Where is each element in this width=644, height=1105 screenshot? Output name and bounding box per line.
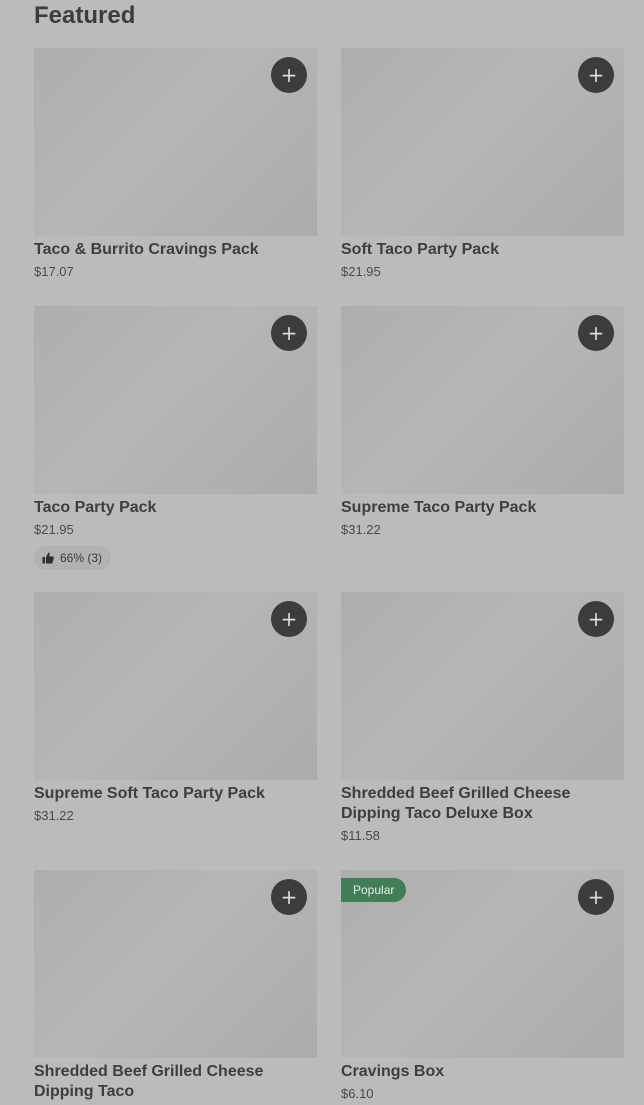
product-card[interactable]: Popular + Cravings Box $6.10 <box>341 870 624 1102</box>
add-to-cart-button[interactable]: + <box>271 601 307 637</box>
add-to-cart-button[interactable]: + <box>271 57 307 93</box>
product-price: $21.95 <box>34 522 74 537</box>
add-to-cart-button[interactable]: + <box>578 315 614 351</box>
product-name[interactable]: Shredded Beef Grilled Cheese Dipping Tac… <box>34 1062 317 1102</box>
rating-badge: 66% (3) <box>34 546 112 570</box>
add-to-cart-button[interactable]: + <box>578 57 614 93</box>
product-price: $21.95 <box>341 264 381 279</box>
product-image[interactable]: + <box>34 592 317 780</box>
plus-icon: + <box>280 321 298 345</box>
rating-text: 66% (3) <box>60 551 103 565</box>
product-card[interactable]: + Shredded Beef Grilled Cheese Dipping T… <box>341 592 624 844</box>
product-card[interactable]: + Shredded Beef Grilled Cheese Dipping T… <box>34 870 317 1102</box>
product-name[interactable]: Cravings Box <box>341 1062 624 1082</box>
product-card[interactable]: + Supreme Taco Party Pack $31.22 <box>341 306 624 538</box>
product-name[interactable]: Taco Party Pack <box>34 498 317 518</box>
product-image[interactable]: + <box>34 48 317 236</box>
section-title: Featured <box>34 2 136 29</box>
add-to-cart-button[interactable]: + <box>271 879 307 915</box>
product-card[interactable]: + Soft Taco Party Pack $21.95 <box>341 48 624 280</box>
product-image[interactable]: + <box>34 870 317 1058</box>
product-name[interactable]: Taco & Burrito Cravings Pack <box>34 240 317 260</box>
plus-icon: + <box>280 63 298 87</box>
product-name[interactable]: Supreme Taco Party Pack <box>341 498 624 518</box>
product-image[interactable]: + <box>341 592 624 780</box>
add-to-cart-button[interactable]: + <box>271 315 307 351</box>
popular-badge: Popular <box>341 878 407 902</box>
product-name[interactable]: Supreme Soft Taco Party Pack <box>34 784 317 804</box>
product-image[interactable]: + <box>341 48 624 236</box>
product-image[interactable]: + <box>341 306 624 494</box>
plus-icon: + <box>587 321 605 345</box>
product-card[interactable]: + Taco & Burrito Cravings Pack $17.07 <box>34 48 317 280</box>
product-image[interactable]: + <box>34 306 317 494</box>
product-price: $17.07 <box>34 264 74 279</box>
product-image[interactable]: Popular + <box>341 870 624 1058</box>
product-card[interactable]: + Taco Party Pack $21.95 66% (3) <box>34 306 317 570</box>
plus-icon: + <box>587 63 605 87</box>
thumbs-up-icon <box>42 552 54 564</box>
product-price: $31.22 <box>34 808 74 823</box>
plus-icon: + <box>587 885 605 909</box>
product-price: $6.10 <box>341 1086 374 1101</box>
plus-icon: + <box>280 885 298 909</box>
add-to-cart-button[interactable]: + <box>578 879 614 915</box>
product-price: $11.58 <box>341 828 380 843</box>
product-price: $31.22 <box>341 522 381 537</box>
product-name[interactable]: Soft Taco Party Pack <box>341 240 624 260</box>
plus-icon: + <box>587 607 605 631</box>
add-to-cart-button[interactable]: + <box>578 601 614 637</box>
product-card[interactable]: + Supreme Soft Taco Party Pack $31.22 <box>34 592 317 824</box>
product-name[interactable]: Shredded Beef Grilled Cheese Dipping Tac… <box>341 784 624 824</box>
plus-icon: + <box>280 607 298 631</box>
